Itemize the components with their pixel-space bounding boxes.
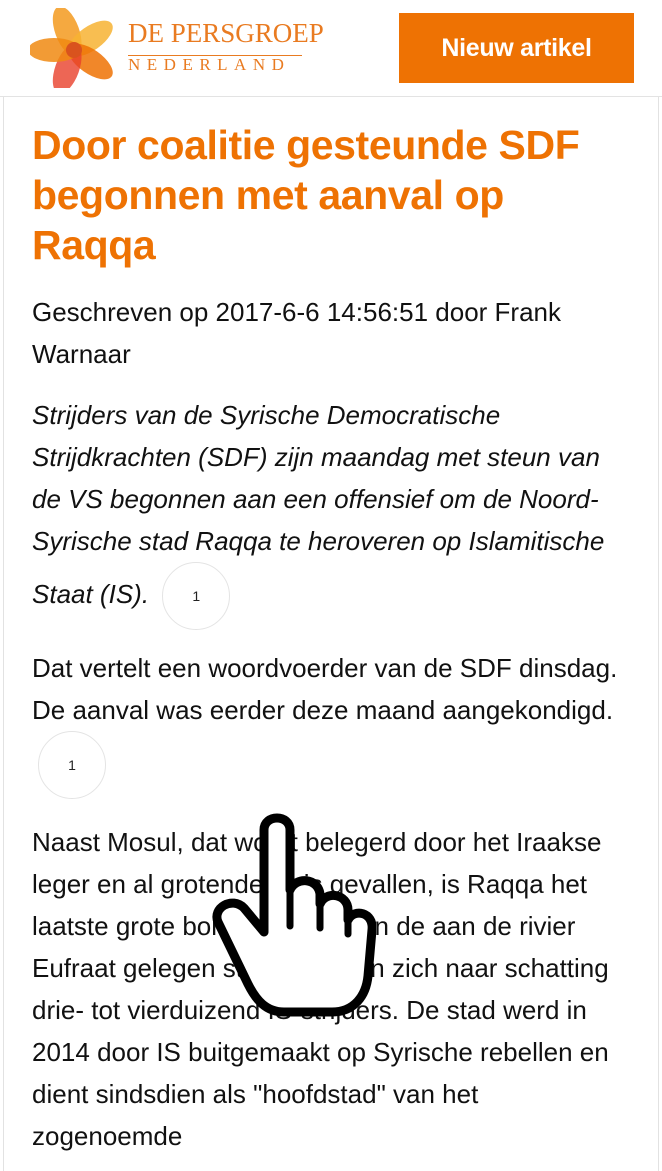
- comment-count-badge[interactable]: 1: [38, 731, 106, 799]
- logo-title: DE PERSGROEP: [128, 18, 324, 48]
- logo-divider: [128, 55, 302, 56]
- comment-count-badge[interactable]: 1: [162, 562, 231, 630]
- new-article-button[interactable]: Nieuw artikel: [399, 13, 634, 83]
- hand-pointer-icon: [212, 813, 376, 1017]
- article-lead: Strijders van de Syrische Democratische …: [32, 394, 632, 630]
- header: DE PERSGROEP NEDERLAND Nieuw artikel: [0, 0, 662, 97]
- flower-logo-icon: [30, 8, 113, 88]
- article-meta: Geschreven op 2017-6-6 14:56:51 door Fra…: [32, 297, 562, 369]
- logo-text: DE PERSGROEP NEDERLAND: [128, 18, 324, 74]
- article-paragraph: Dat vertelt een woordvoerder van de SDF …: [32, 647, 632, 799]
- logo-subtitle: NEDERLAND: [128, 55, 291, 74]
- lead-text: Strijders van de Syrische Democratische …: [32, 400, 605, 609]
- paragraph-text: Dat vertelt een woordvoerder van de SDF …: [32, 653, 618, 725]
- article-title: Door coalitie gesteunde SDF begonnen met…: [32, 122, 580, 268]
